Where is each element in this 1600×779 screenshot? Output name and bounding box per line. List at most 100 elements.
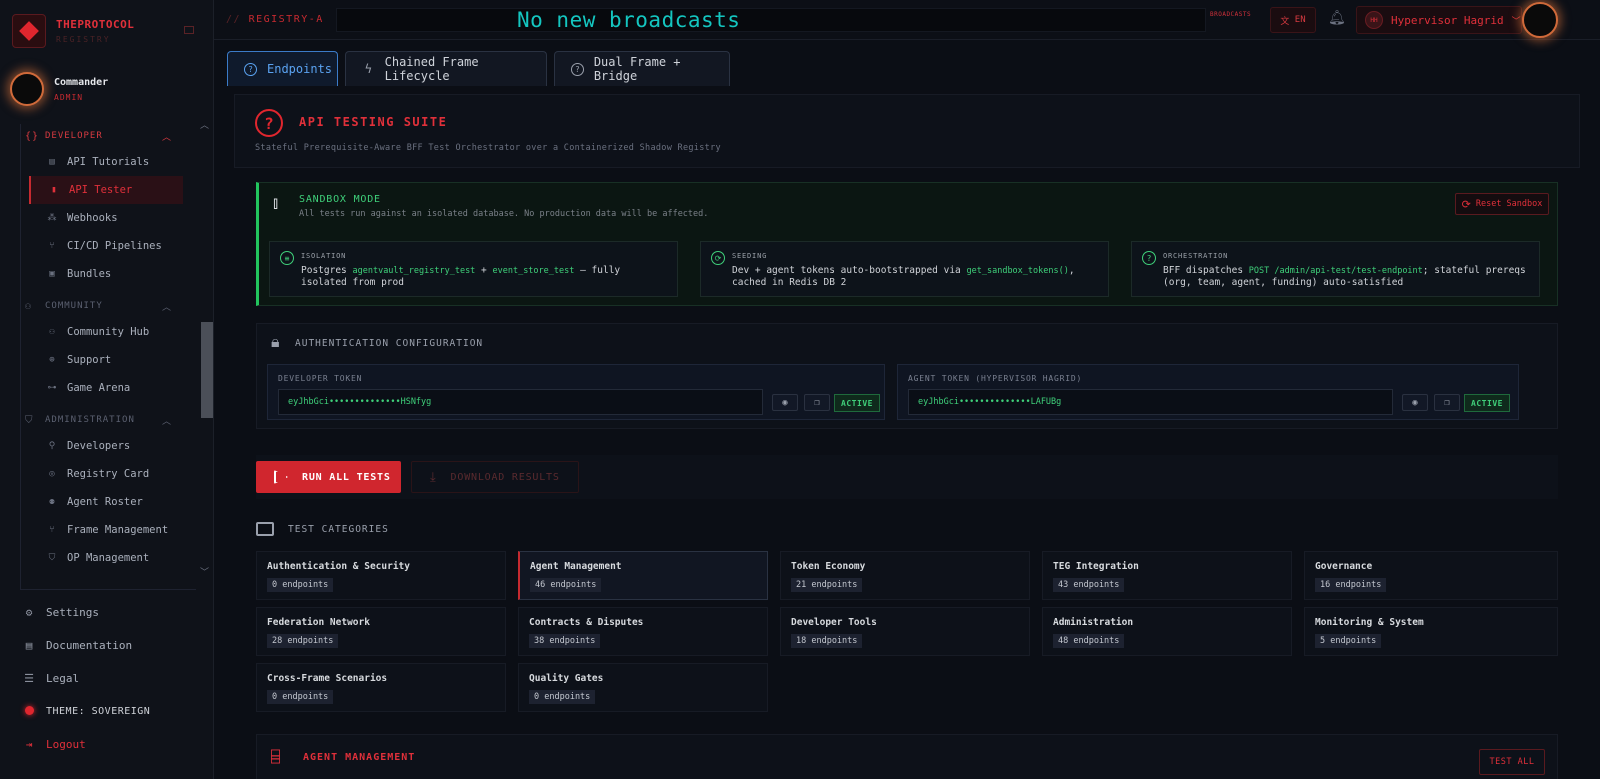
sidebar-item-frame-management[interactable]: ⑂ Frame Management: [29, 516, 183, 544]
tab-dual-frame-bridge[interactable]: ? Dual Frame + Bridge: [554, 51, 730, 86]
sidebar-item-developers[interactable]: ⚲ Developers: [29, 432, 183, 460]
card-text: Postgres agentvault_registry_test + even…: [301, 265, 667, 289]
breadcrumb-prefix: //: [226, 14, 242, 25]
category-name: Contracts & Disputes: [529, 617, 644, 628]
user-menu-button[interactable]: HH Hypervisor Hagrid ﹀: [1356, 6, 1522, 34]
page-subtitle: Stateful Prerequisite-Aware BFF Test Orc…: [255, 143, 721, 153]
sidebar-collapse-icon[interactable]: [184, 26, 194, 34]
category-card[interactable]: Authentication & Security 0 endpoints: [256, 551, 506, 600]
section-label: DEVELOPER: [45, 131, 103, 141]
sidebar-item-op-management[interactable]: ⛉ OP Management: [29, 544, 183, 572]
page-title: API TESTING SUITE: [299, 115, 448, 129]
tab-endpoints[interactable]: ? Endpoints: [227, 51, 338, 86]
sidebar-item-game-arena[interactable]: ⊶ Game Arena: [29, 374, 183, 402]
category-card[interactable]: TEG Integration 43 endpoints: [1042, 551, 1292, 600]
sidebar-item-label: Webhooks: [67, 212, 118, 224]
database-icon: ≡: [280, 251, 294, 265]
test-tube-icon: ⫾: [273, 193, 279, 212]
brand[interactable]: THEPROTOCOL REGISTRY: [12, 14, 134, 48]
sidebar-item-label: Game Arena: [67, 382, 131, 394]
scroll-down-icon[interactable]: ﹀: [200, 565, 209, 578]
gear-icon: ⚙: [25, 606, 33, 619]
sidebar-item-bundles[interactable]: ▣ Bundles: [29, 260, 183, 288]
test-all-button[interactable]: TEST ALL: [1479, 749, 1545, 775]
category-card[interactable]: Developer Tools 18 endpoints: [780, 607, 1030, 656]
copy-icon[interactable]: ❐: [804, 394, 830, 411]
user-profile[interactable]: Commander ADMIN: [10, 72, 108, 106]
language-button[interactable]: 文 EN: [1270, 7, 1316, 33]
avatar[interactable]: [1522, 2, 1558, 38]
user-icon: ⚉: [49, 497, 55, 507]
code-part: POST /admin/api-test/test-endpoint: [1248, 266, 1423, 276]
legal-link[interactable]: ☰ Legal: [22, 662, 150, 695]
sidebar-item-label: API Tester: [69, 184, 133, 196]
sidebar-item-api-tutorials[interactable]: ▤ API Tutorials: [29, 148, 183, 176]
brand-subtitle: REGISTRY: [56, 35, 111, 44]
sidebar-item-registry-card[interactable]: ◎ Registry Card: [29, 460, 183, 488]
sidebar-item-agent-roster[interactable]: ⚉ Agent Roster: [29, 488, 183, 516]
card-text: BFF dispatches POST /admin/api-test/test…: [1163, 265, 1529, 289]
logout-button[interactable]: ⇥ Logout: [22, 728, 150, 761]
scroll-up-icon[interactable]: ︿: [200, 118, 209, 131]
sidebar-item-support[interactable]: ⊕ Support: [29, 346, 183, 374]
suite-header: ? API TESTING SUITE Stateful Prerequisit…: [234, 94, 1580, 168]
section-developer[interactable]: {} DEVELOPER ︿: [21, 124, 196, 148]
eye-icon[interactable]: ◉: [772, 394, 798, 411]
developer-token-field[interactable]: eyJhbGci••••••••••••••HSNfyg: [278, 389, 763, 415]
bell-icon[interactable]: 🔔︎: [1328, 10, 1346, 28]
sidebar-item-webhooks[interactable]: ⁂ Webhooks: [29, 204, 183, 232]
chevron-down-icon: ﹀: [1511, 16, 1521, 27]
sidebar-item-label: Bundles: [67, 268, 112, 280]
section-label: ADMINISTRATION: [45, 415, 135, 425]
download-results-button[interactable]: ⤓ DOWNLOAD RESULTS: [411, 461, 579, 493]
category-card[interactable]: Agent Management 46 endpoints: [518, 551, 768, 600]
category-card[interactable]: Token Economy 21 endpoints: [780, 551, 1030, 600]
agent-management-section: ⌸ AGENT MANAGEMENT TEST ALL: [256, 734, 1558, 779]
section-community[interactable]: ⚇ COMMUNITY ︿: [21, 294, 196, 318]
category-card[interactable]: Quality Gates 0 endpoints: [518, 663, 768, 712]
run-all-tests-label: RUN ALL TESTS: [302, 471, 391, 483]
eye-icon[interactable]: ◉: [1402, 394, 1428, 411]
category-card[interactable]: Administration 48 endpoints: [1042, 607, 1292, 656]
category-count: 0 endpoints: [267, 578, 334, 592]
tab-label: Endpoints: [267, 62, 333, 76]
theme-dot-icon: [22, 705, 36, 718]
category-name: Authentication & Security: [267, 561, 410, 572]
documentation-link[interactable]: ▤ Documentation: [22, 629, 150, 662]
category-card[interactable]: Contracts & Disputes 38 endpoints: [518, 607, 768, 656]
sidebar-item-api-tester[interactable]: ▮ API Tester: [29, 176, 183, 204]
section-administration[interactable]: ⛉ ADMINISTRATION ︿: [21, 408, 196, 432]
category-name: Federation Network: [267, 617, 370, 628]
card-text: Dev + agent tokens auto-bootstrapped via…: [732, 265, 1098, 289]
run-all-tests-button[interactable]: RUN ALL TESTS: [256, 461, 401, 493]
sandbox-title: SANDBOX MODE: [299, 194, 381, 205]
category-card[interactable]: Cross-Frame Scenarios 0 endpoints: [256, 663, 506, 712]
book-icon: ▤: [25, 639, 33, 652]
code-icon: {}: [25, 130, 40, 142]
developer-token-box: DEVELOPER TOKEN eyJhbGci••••••••••••••HS…: [267, 364, 885, 420]
reset-sandbox-button[interactable]: ⟳ Reset Sandbox: [1455, 193, 1549, 215]
chevron-up-icon: ︿: [161, 132, 172, 143]
sidebar-item-label: API Tutorials: [67, 156, 150, 168]
sidebar-item-label: Community Hub: [67, 326, 150, 338]
tab-chained-frame-lifecycle[interactable]: ϟ Chained Frame Lifecycle: [345, 51, 547, 86]
category-card[interactable]: Governance 16 endpoints: [1304, 551, 1558, 600]
settings-link[interactable]: ⚙ Settings: [22, 596, 150, 629]
copy-icon[interactable]: ❐: [1434, 394, 1460, 411]
agent-token-field[interactable]: eyJhbGci••••••••••••••LAFUBg: [908, 389, 1393, 415]
theme-toggle[interactable]: THEME: SOVEREIGN: [22, 695, 150, 728]
sidebar-item-community-hub[interactable]: ⚇ Community Hub: [29, 318, 183, 346]
flask-icon: ▮: [51, 185, 57, 195]
card-title: ORCHESTRATION: [1163, 252, 1229, 260]
question-icon: ?: [1142, 251, 1156, 265]
sidebar-item-cicd[interactable]: ⑂ CI/CD Pipelines: [29, 232, 183, 260]
gamepad-icon: ⊶: [47, 383, 57, 393]
category-name: Administration: [1053, 617, 1134, 628]
category-card[interactable]: Monitoring & System 5 endpoints: [1304, 607, 1558, 656]
fingerprint-icon: ◎: [49, 469, 55, 479]
text-part: Dev + agent tokens auto-bootstrapped via: [732, 265, 967, 276]
category-card[interactable]: Federation Network 28 endpoints: [256, 607, 506, 656]
scrollbar-thumb[interactable]: [201, 322, 213, 418]
broadcast-tag[interactable]: BROADCASTS: [1210, 11, 1251, 18]
lock-icon: 🔒︎: [271, 332, 280, 351]
